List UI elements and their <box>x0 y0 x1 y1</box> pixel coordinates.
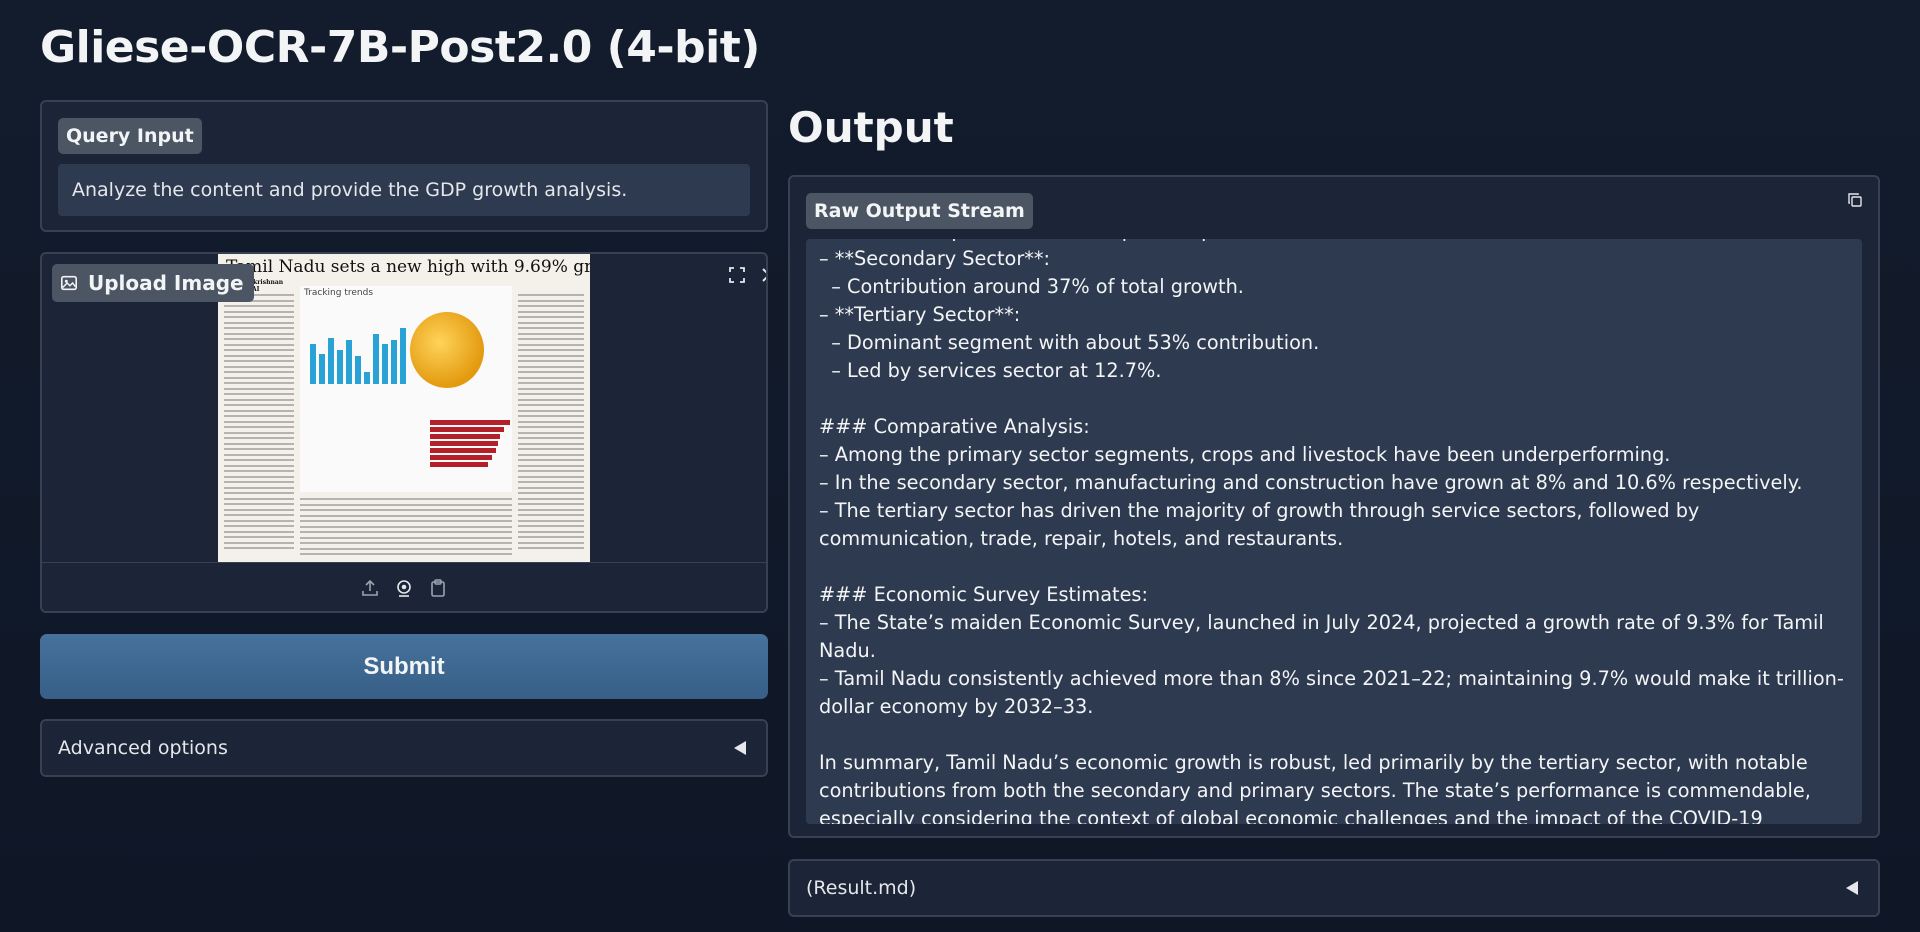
query-input-field[interactable]: Analyze the content and provide the GDP … <box>58 164 750 216</box>
output-heading: Output <box>788 103 954 152</box>
infographic-rupee-coin <box>410 312 484 388</box>
submit-button[interactable]: Submit <box>40 634 768 699</box>
copy-button[interactable] <box>1842 187 1868 213</box>
upload-image-label-text: Upload Image <box>88 271 244 295</box>
newspaper-column-bottom <box>300 498 512 562</box>
app-title: Gliese-OCR-7B-Post2.0 (4-bit) <box>40 22 760 73</box>
webcam-source-button[interactable] <box>393 577 415 599</box>
newspaper-headline: Tamil Nadu sets a new high with 9.69% gr… <box>226 257 590 277</box>
clipboard-source-button[interactable] <box>427 577 449 599</box>
collapse-triangle-icon <box>1846 881 1858 895</box>
upload-image-panel: Tamil Nadu sets a new high with 9.69% gr… <box>40 252 768 613</box>
newspaper-infographic: Tracking trends <box>300 286 512 492</box>
preview-toolbar <box>724 262 766 288</box>
infographic-hbar-chart <box>300 420 512 468</box>
advanced-options-label: Advanced options <box>58 737 228 759</box>
result-md-accordion[interactable]: (Result.md) <box>788 859 1880 917</box>
copy-icon <box>1848 193 1862 207</box>
infographic-title: Tracking trends <box>304 288 374 298</box>
upload-image-label: Upload Image <box>52 264 254 302</box>
query-input-panel: Query Input Analyze the content and prov… <box>40 100 768 232</box>
webcam-icon <box>397 580 411 597</box>
fullscreen-button[interactable] <box>724 262 750 288</box>
close-icon <box>762 268 766 282</box>
raw-output-textbox[interactable]: – Both have performed below par compared… <box>806 239 1862 824</box>
output-panel: Raw Output Stream – Both have performed … <box>788 175 1880 838</box>
image-icon <box>60 275 78 291</box>
uploaded-newspaper-image: Tamil Nadu sets a new high with 9.69% gr… <box>218 254 590 562</box>
query-input-label: Query Input <box>58 118 202 154</box>
clipboard-icon <box>431 579 445 597</box>
image-preview: Tamil Nadu sets a new high with 9.69% gr… <box>42 254 766 562</box>
infographic-bar-chart <box>308 320 408 384</box>
result-md-label: (Result.md) <box>806 877 917 899</box>
fullscreen-icon <box>729 267 745 283</box>
upload-source-bar <box>42 562 766 611</box>
newspaper-column-right <box>518 294 584 558</box>
upload-icon <box>362 579 378 596</box>
newspaper-column-left <box>224 294 294 558</box>
advanced-options-accordion[interactable]: Advanced options <box>40 719 768 777</box>
collapse-triangle-icon <box>734 741 746 755</box>
raw-output-text: – Both have performed below par compared… <box>819 239 1844 824</box>
upload-source-button[interactable] <box>359 577 381 599</box>
clear-image-button[interactable] <box>756 262 766 288</box>
raw-output-stream-label: Raw Output Stream <box>806 193 1033 229</box>
